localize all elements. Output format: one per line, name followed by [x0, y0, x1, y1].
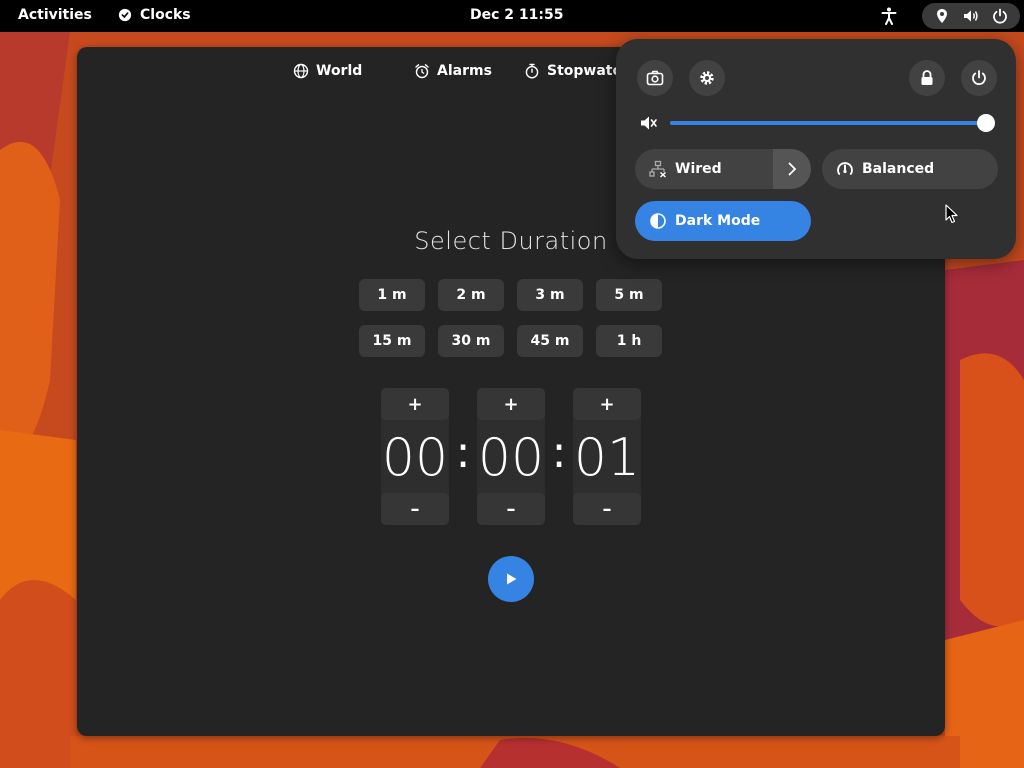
accessibility-icon[interactable]: [881, 7, 897, 25]
hours-decrement-button[interactable]: –: [381, 493, 449, 525]
clock-app-icon: [118, 8, 132, 22]
seconds-decrement-button[interactable]: –: [573, 493, 641, 525]
preset-3m-button[interactable]: 3 m: [517, 279, 583, 311]
top-bar: Activities Clocks Dec 2 11:55: [0, 0, 1024, 32]
volume-slider[interactable]: [670, 114, 995, 132]
preset-45m-button[interactable]: 45 m: [517, 325, 583, 357]
minutes-decrement-button[interactable]: –: [477, 493, 545, 525]
seconds-increment-button[interactable]: +: [573, 388, 641, 420]
tab-world-label: World: [316, 63, 363, 79]
preset-30m-button[interactable]: 30 m: [438, 325, 504, 357]
preset-5m-button[interactable]: 5 m: [596, 279, 662, 311]
minutes-spinner: + 00 –: [477, 388, 545, 525]
app-menu-label: Clocks: [140, 7, 191, 23]
minutes-value[interactable]: 00: [469, 426, 553, 490]
alarm-icon: [415, 64, 429, 79]
dark-mode-toggle[interactable]: Dark Mode: [635, 201, 811, 241]
power-profile-icon: [837, 162, 853, 175]
quick-settings-menu: Wired Balanced Dark Mode: [616, 39, 1016, 259]
dark-mode-icon: [650, 213, 666, 229]
screenshot-button[interactable]: [637, 60, 673, 96]
tab-alarms-label: Alarms: [437, 63, 492, 79]
play-icon: [507, 573, 517, 585]
preset-1h-button[interactable]: 1 h: [596, 325, 662, 357]
chevron-right-icon: [788, 162, 797, 176]
stopwatch-icon: [525, 63, 539, 79]
volume-slider-handle[interactable]: [977, 114, 995, 132]
volume-icon: [963, 10, 978, 22]
gear-icon: [700, 71, 714, 85]
settings-button[interactable]: [689, 60, 725, 96]
hours-increment-button[interactable]: +: [381, 388, 449, 420]
seconds-value[interactable]: 01: [565, 426, 649, 490]
power-icon: [972, 70, 986, 85]
wired-toggle-main[interactable]: Wired: [635, 149, 773, 189]
wired-expand-button[interactable]: [773, 149, 811, 189]
tab-alarms[interactable]: Alarms: [414, 63, 492, 79]
lock-icon: [921, 70, 933, 85]
app-menu[interactable]: Clocks: [118, 7, 191, 23]
preset-2m-button[interactable]: 2 m: [438, 279, 504, 311]
system-status-menu[interactable]: [922, 3, 1020, 29]
dark-mode-label: Dark Mode: [675, 213, 761, 229]
power-icon: [992, 8, 1007, 24]
hours-value[interactable]: 00: [373, 426, 457, 490]
mouse-cursor-icon: [945, 204, 958, 224]
wired-label: Wired: [675, 161, 722, 177]
seconds-spinner: + 01 –: [573, 388, 641, 525]
volume-muted-icon[interactable]: [640, 114, 658, 132]
power-mode-toggle[interactable]: Balanced: [822, 149, 998, 189]
lock-screen-button[interactable]: [909, 60, 945, 96]
activities-button[interactable]: Activities: [18, 7, 92, 23]
hours-spinner: + 00 –: [381, 388, 449, 525]
start-timer-button[interactable]: [488, 556, 534, 602]
minutes-increment-button[interactable]: +: [477, 388, 545, 420]
wired-network-toggle[interactable]: Wired: [635, 149, 811, 189]
camera-icon: [646, 70, 664, 86]
volume-slider-fill: [670, 121, 986, 125]
power-mode-label: Balanced: [862, 161, 935, 177]
date-time-button[interactable]: Dec 2 11:55: [470, 7, 563, 23]
tab-stopwatch[interactable]: Stopwatch: [524, 63, 631, 79]
tab-world[interactable]: World: [293, 63, 362, 79]
location-icon: [937, 9, 948, 23]
preset-15m-button[interactable]: 15 m: [359, 325, 425, 357]
preset-1m-button[interactable]: 1 m: [359, 279, 425, 311]
wired-network-icon: [649, 160, 667, 178]
power-off-button[interactable]: [961, 60, 997, 96]
globe-icon: [293, 63, 309, 79]
